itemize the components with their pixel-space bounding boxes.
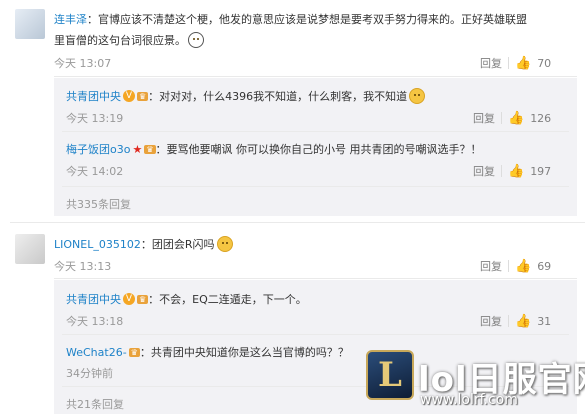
divider xyxy=(508,260,509,272)
smile-emoji-icon xyxy=(409,88,426,104)
divider xyxy=(54,278,577,279)
reply-author[interactable]: 共青团中央 xyxy=(66,291,121,307)
verified-icon: V xyxy=(123,293,135,305)
level-badge: ♛ xyxy=(144,144,156,154)
divider xyxy=(62,186,569,187)
smile-emoji-icon xyxy=(216,236,233,252)
like-icon[interactable]: 👍 xyxy=(515,259,531,274)
divider xyxy=(54,76,577,77)
reply-button[interactable]: 回复 xyxy=(480,313,502,329)
reply-author[interactable]: 共青团中央 xyxy=(66,88,121,104)
like-icon[interactable]: 👍 xyxy=(515,314,531,329)
reply-button[interactable]: 回复 xyxy=(480,55,502,71)
comment-author[interactable]: LIONEL_035102 xyxy=(54,238,141,251)
like-icon[interactable]: 👍 xyxy=(508,111,524,126)
avatar[interactable] xyxy=(15,9,45,39)
level-badge: ♛ xyxy=(137,294,149,304)
like-count: 197 xyxy=(530,164,552,178)
more-replies-link[interactable]: 共335条回复 xyxy=(66,196,131,212)
divider xyxy=(10,222,585,223)
like-count: 126 xyxy=(530,111,552,125)
reply-button[interactable]: 回复 xyxy=(473,110,495,126)
more-replies-link[interactable]: 共21条回复 xyxy=(66,396,124,412)
like-icon[interactable]: 👍 xyxy=(515,56,531,71)
reply-button[interactable]: 回复 xyxy=(473,163,495,179)
reply-time: 今天 13:18 xyxy=(66,315,124,328)
divider xyxy=(62,131,569,132)
divider xyxy=(501,112,502,124)
avatar[interactable] xyxy=(15,234,45,264)
level-badge: ♛ xyxy=(128,347,140,357)
comment-time: 今天 13:07 xyxy=(54,57,112,70)
divider xyxy=(508,315,509,327)
reply-author[interactable]: WeChat26- xyxy=(66,346,127,359)
reply-text: ：要骂他要嘲讽 你可以换你自己的小号 用共青团的号嘲讽选手？！ xyxy=(155,143,482,156)
reply-time: 34分钟前 xyxy=(66,367,113,380)
like-count: 69 xyxy=(537,259,552,273)
divider xyxy=(508,57,509,69)
like-icon[interactable]: 👍 xyxy=(508,164,524,179)
verified-icon: V xyxy=(123,90,135,102)
star-icon: ★ xyxy=(132,142,143,156)
level-badge: ♛ xyxy=(137,91,149,101)
comment-text: ：团团会R闪吗 xyxy=(140,238,215,251)
reply-text: ：对对对，什么4396我不知道，什么刺客，我不知道 xyxy=(148,90,408,103)
divider xyxy=(62,334,569,335)
reply-time: 今天 13:19 xyxy=(66,112,124,125)
comment-author[interactable]: 连丰泽 xyxy=(54,11,87,27)
lol-logo-icon: L xyxy=(366,350,414,400)
comment-text-cont: 里盲僧的这句台词很应景。 xyxy=(54,34,186,47)
like-count: 70 xyxy=(537,56,552,70)
logo-letter: L xyxy=(378,355,402,395)
reply-text: ：不会，EQ二连遁走，下一个。 xyxy=(148,293,307,306)
reply-time: 今天 14:02 xyxy=(66,165,124,178)
comment-text: ：官博应该不清楚这个梗，他发的意思应该是说梦想是要考双手努力得来的。正好英雄联盟 xyxy=(87,13,527,26)
dog-emoji-icon xyxy=(188,32,204,48)
comment-time: 今天 13:13 xyxy=(54,260,112,273)
divider xyxy=(501,165,502,177)
reply-button[interactable]: 回复 xyxy=(480,258,502,274)
reply-author[interactable]: 梅子饭团o3o xyxy=(66,141,130,157)
like-count: 31 xyxy=(537,314,552,328)
reply-text: ：共青团中央知道你是这么当官博的吗？？ xyxy=(139,346,349,359)
watermark-url: www.lolrf.com xyxy=(420,392,518,408)
